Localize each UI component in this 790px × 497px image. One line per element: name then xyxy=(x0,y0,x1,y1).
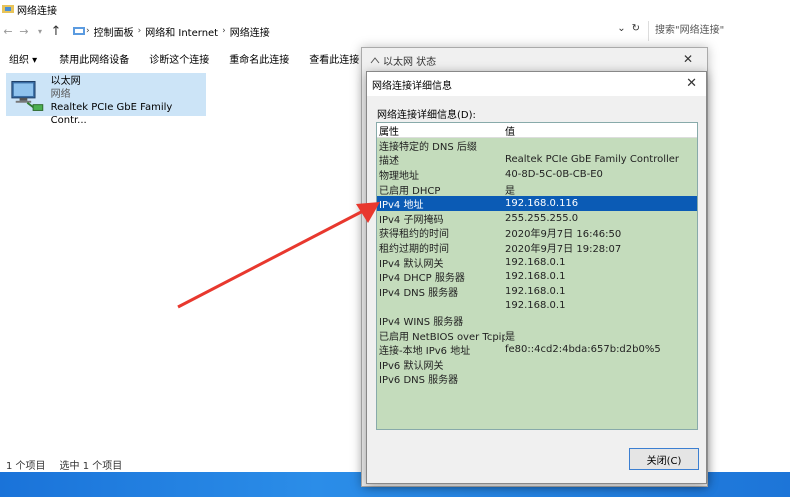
list-item[interactable]: IPv4 子网掩码 255.255.255.0 xyxy=(377,211,697,226)
property-cell: IPv4 地址 xyxy=(379,200,424,212)
column-header-property[interactable]: 属性 xyxy=(377,123,505,138)
diagnose-button[interactable]: 诊断这个连接 xyxy=(149,51,209,66)
value-cell: 192.168.0.116 xyxy=(505,198,579,210)
value-cell: 是 xyxy=(505,185,515,197)
refresh-icon[interactable]: ↻ xyxy=(632,23,640,34)
control-panel-icon xyxy=(73,26,85,35)
forward-icon[interactable]: → xyxy=(16,25,32,38)
value-cell: 192.168.0.1 xyxy=(505,256,566,268)
property-cell: 已启用 NetBIOS over Tcpip xyxy=(379,331,505,343)
property-cell: IPv4 子网掩码 xyxy=(379,214,444,226)
breadcrumb-separator-icon: › xyxy=(137,26,142,36)
status-dialog-close-icon[interactable]: ✕ xyxy=(683,52,693,66)
back-icon[interactable]: ← xyxy=(0,25,16,38)
adapter-device: Realtek PCIe GbE Family Contr... xyxy=(50,102,173,126)
property-cell: 连接-本地 IPv6 地址 xyxy=(379,346,471,358)
list-item[interactable]: 物理地址 40-8D-5C-0B-CB-E0 xyxy=(377,167,697,182)
value-cell: fe80::4cd2:4bda:657b:d2b0%5 xyxy=(505,344,661,356)
property-cell: 连接特定的 DNS 后缀 xyxy=(379,141,477,153)
organize-button[interactable]: 组织 ▾ xyxy=(9,51,37,66)
property-cell: IPv4 DHCP 服务器 xyxy=(379,273,465,285)
property-cell: 租约过期的时间 xyxy=(379,243,449,255)
status-dialog-title: 以太网 状态 xyxy=(383,56,437,68)
value-cell: 是 xyxy=(505,331,515,343)
list-item[interactable]: 连接-本地 IPv6 地址 fe80::4cd2:4bda:657b:d2b0%5 xyxy=(377,342,697,357)
details-dialog-title: 网络连接详细信息 xyxy=(372,80,452,92)
list-item[interactable]: 已启用 NetBIOS over Tcpip 是 xyxy=(377,328,697,343)
list-item[interactable]: IPv4 DHCP 服务器 192.168.0.1 xyxy=(377,269,697,284)
adapter-name: 以太网 xyxy=(50,76,81,87)
network-icon xyxy=(370,57,380,64)
property-cell: 物理地址 xyxy=(379,170,419,182)
network-folder-icon xyxy=(2,5,14,13)
up-icon[interactable]: ↑ xyxy=(48,24,64,39)
view-status-button[interactable]: 查看此连接 xyxy=(309,51,359,66)
list-item[interactable]: IPv4 地址 192.168.0.116 xyxy=(377,196,697,211)
list-item[interactable]: IPv4 WINS 服务器 xyxy=(377,313,697,328)
breadcrumb-separator-icon: › xyxy=(86,26,90,36)
search-input[interactable]: 搜索"网络连接" xyxy=(648,21,788,41)
list-item[interactable]: 已启用 DHCP 是 xyxy=(377,182,697,197)
address-row: ← → ▾ ↑ › 控制面板 › 网络和 Internet › 网络连接 ⌄ ↻… xyxy=(0,18,790,44)
list-item[interactable]: 连接特定的 DNS 后缀 xyxy=(377,138,697,153)
property-cell: IPv6 默认网关 xyxy=(379,360,444,372)
property-cell: IPv4 默认网关 xyxy=(379,258,444,270)
details-list[interactable]: 属性 值 连接特定的 DNS 后缀 描述 Realtek PCIe GbE Fami… xyxy=(376,122,698,430)
breadcrumb-network-internet[interactable]: 网络和 Internet xyxy=(145,24,218,39)
connection-details-dialog: 网络连接详细信息 ✕ 网络连接详细信息(D): 属性 值 连接特定的 DNS 后… xyxy=(366,71,707,484)
value-cell: Realtek PCIe GbE Family Controller xyxy=(505,154,680,166)
list-item[interactable]: IPv6 默认网关 xyxy=(377,357,697,372)
value-cell: 2020年9月7日 16:46:50 xyxy=(505,229,622,241)
value-cell: 192.168.0.1 xyxy=(505,271,566,283)
property-cell: IPv4 DNS 服务器 xyxy=(379,287,459,299)
status-bar: 1 个项目 选中 1 个项目 xyxy=(6,457,122,472)
list-item[interactable]: 租约过期的时间 2020年9月7日 19:28:07 xyxy=(377,240,697,255)
selected-count: 选中 1 个项目 xyxy=(59,461,123,472)
property-cell: IPv4 WINS 服务器 xyxy=(379,316,464,328)
breadcrumb-network-connections[interactable]: 网络连接 xyxy=(230,24,270,39)
rename-button[interactable]: 重命名此连接 xyxy=(229,51,289,66)
details-list-label: 网络连接详细信息(D): xyxy=(377,110,476,121)
title-bar: 网络连接 xyxy=(0,0,790,18)
recent-dropdown-icon[interactable]: ▾ xyxy=(32,27,48,36)
list-item[interactable]: IPv4 DNS 服务器 192.168.0.1 xyxy=(377,284,697,299)
details-dialog-title-bar: 网络连接详细信息 xyxy=(367,72,706,96)
property-cell: 已启用 DHCP xyxy=(379,185,441,197)
disable-device-button[interactable]: 禁用此网络设备 xyxy=(59,51,129,66)
list-item[interactable]: IPv4 默认网关 192.168.0.1 xyxy=(377,255,697,270)
ethernet-adapter-item[interactable]: 以太网 网络 Realtek PCIe GbE Family Contr... xyxy=(6,73,206,126)
breadcrumb-separator-icon: › xyxy=(222,26,226,36)
item-count: 1 个项目 xyxy=(6,461,46,472)
property-cell: IPv6 DNS 服务器 xyxy=(379,375,459,387)
value-cell: 192.168.0.1 xyxy=(505,300,566,312)
window-title: 网络连接 xyxy=(17,5,57,17)
value-cell: 2020年9月7日 19:28:07 xyxy=(505,243,622,255)
status-dialog-title-bar: 以太网 状态 xyxy=(362,48,707,72)
list-item[interactable]: 192.168.0.1 xyxy=(377,299,697,314)
details-dialog-body: 网络连接详细信息(D): 属性 值 连接特定的 DNS 后缀 描述 Realtek … xyxy=(367,96,706,483)
close-button[interactable]: 关闭(C) xyxy=(629,448,699,470)
property-cell: 获得租约的时间 xyxy=(379,229,449,241)
value-cell: 40-8D-5C-0B-CB-E0 xyxy=(505,168,603,180)
property-cell: 描述 xyxy=(379,156,399,168)
breadcrumb-control-panel[interactable]: 控制面板 xyxy=(94,24,134,39)
network-adapter-icon xyxy=(11,80,44,111)
column-header-value[interactable]: 值 xyxy=(505,123,697,138)
list-item[interactable]: IPv6 DNS 服务器 xyxy=(377,372,697,387)
list-item[interactable]: 描述 Realtek PCIe GbE Family Controller xyxy=(377,153,697,168)
address-dropdown-icon[interactable]: ⌄ xyxy=(617,23,625,34)
list-item[interactable]: 获得租约的时间 2020年9月7日 16:46:50 xyxy=(377,226,697,241)
details-list-header: 属性 值 xyxy=(377,123,697,138)
adapter-type: 网络 xyxy=(50,89,71,100)
details-dialog-close-icon[interactable]: ✕ xyxy=(686,76,697,91)
address-bar[interactable]: › 控制面板 › 网络和 Internet › 网络连接 ⌄ ↻ xyxy=(72,21,644,41)
value-cell: 255.255.255.0 xyxy=(505,212,579,224)
value-cell: 192.168.0.1 xyxy=(505,285,566,297)
